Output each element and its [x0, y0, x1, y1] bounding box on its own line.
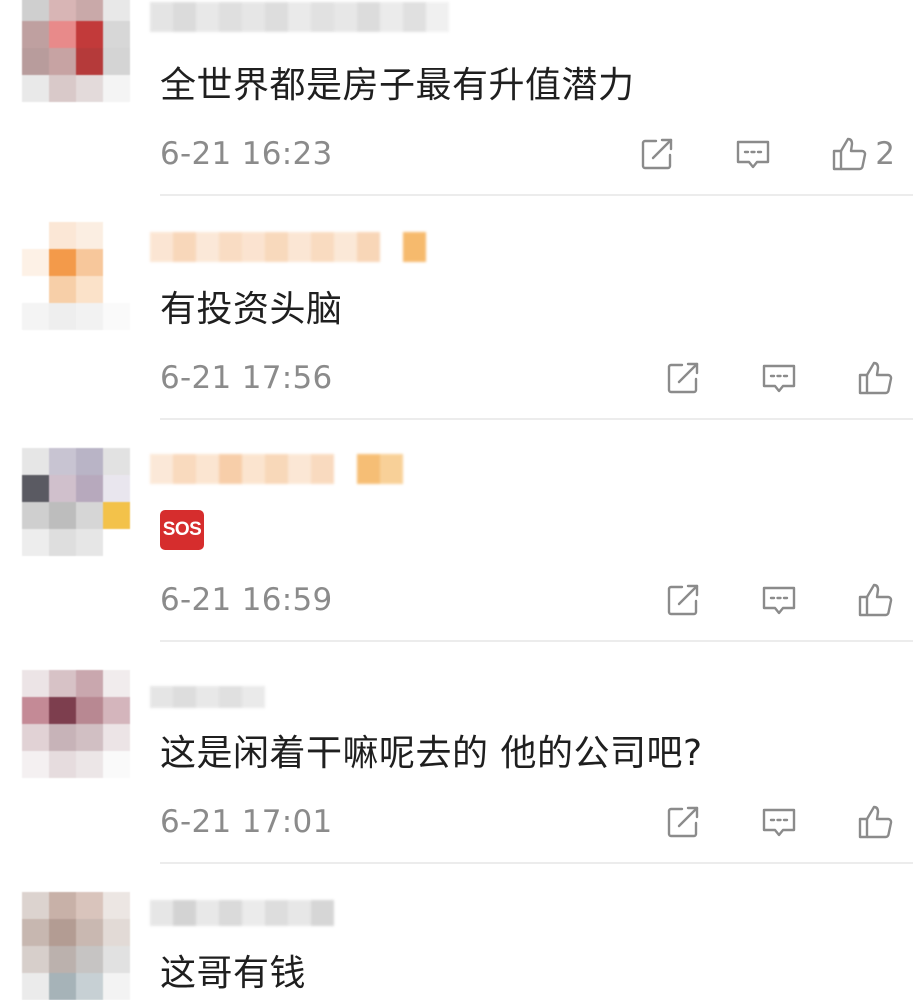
avatar[interactable]: [22, 0, 130, 102]
thumbs-up-icon: [858, 583, 893, 617]
username[interactable]: [150, 232, 449, 262]
comment-time: 6-21 16:59: [160, 582, 333, 618]
comment-actions: [607, 800, 895, 844]
comment-item: 这哥有钱: [0, 888, 913, 1000]
username[interactable]: [150, 900, 334, 926]
comment-time: 6-21 17:56: [160, 360, 333, 396]
thumbs-up-icon: [833, 137, 867, 171]
comment-time: 6-21 16:23: [160, 136, 333, 172]
comment-actions: 2: [581, 132, 895, 176]
like-button[interactable]: [855, 802, 895, 842]
comment-text: 有投资头脑: [160, 289, 343, 330]
comment-time: 6-21 17:01: [160, 804, 333, 840]
comment-actions: [607, 578, 895, 622]
thumbs-up-icon: [858, 805, 893, 839]
reply-button[interactable]: [759, 802, 799, 842]
share-icon: [667, 584, 699, 616]
share-icon: [642, 138, 673, 170]
username[interactable]: [150, 686, 265, 708]
comment-icon: [762, 808, 796, 837]
comment-icon: [737, 140, 770, 169]
like-count: 2: [875, 136, 895, 172]
share-icon: [667, 806, 699, 838]
like-button[interactable]: 2: [829, 134, 895, 174]
divider: [160, 640, 913, 642]
avatar[interactable]: [22, 670, 130, 778]
thumbs-up-icon: [858, 361, 893, 395]
share-button[interactable]: [663, 358, 703, 398]
like-button[interactable]: [855, 358, 895, 398]
username[interactable]: [150, 454, 403, 484]
username[interactable]: [150, 2, 449, 32]
share-icon: [667, 362, 699, 394]
share-button[interactable]: [637, 134, 677, 174]
comment-item: 这是闲着干嘛呢去的 他的公司吧? 6-21 17:01: [0, 666, 913, 888]
divider: [160, 194, 913, 196]
reply-button[interactable]: [733, 134, 773, 174]
comment-icon: [762, 586, 796, 615]
share-button[interactable]: [663, 802, 703, 842]
comment-item: SOS 6-21 16:59: [0, 444, 913, 666]
comment-text: 这哥有钱: [160, 953, 307, 994]
avatar[interactable]: [22, 892, 130, 1000]
avatar[interactable]: [22, 448, 130, 556]
divider: [160, 418, 913, 420]
share-button[interactable]: [663, 580, 703, 620]
reply-button[interactable]: [759, 580, 799, 620]
comment-item: 有投资头脑 6-21 17:56: [0, 222, 913, 444]
divider: [160, 862, 913, 864]
comment-item: 全世界都是房子最有升值潜力 6-21 16:23 2: [0, 0, 913, 222]
comment-text: 全世界都是房子最有升值潜力: [160, 65, 635, 106]
avatar[interactable]: [22, 222, 130, 330]
reply-button[interactable]: [759, 358, 799, 398]
comment-actions: [607, 356, 895, 400]
sos-emoji: SOS: [160, 510, 204, 550]
comment-text: 这是闲着干嘛呢去的 他的公司吧?: [160, 733, 703, 774]
like-button[interactable]: [855, 580, 895, 620]
comment-icon: [762, 364, 796, 393]
